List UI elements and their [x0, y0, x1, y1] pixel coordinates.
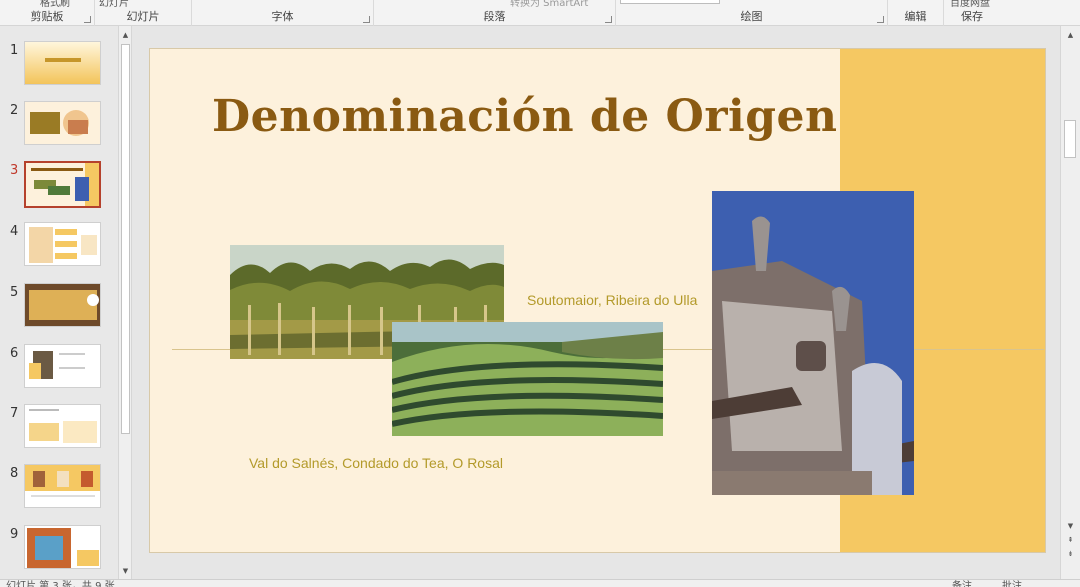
- slide-thumbnail-9[interactable]: 9: [0, 525, 118, 581]
- presentation-app: 格式刷 剪贴板 幻灯片 幻灯片 字体 转换为 SmartArt 段落 绘图 编辑…: [0, 0, 1080, 587]
- ribbon-group-label: 段落: [483, 10, 506, 23]
- slide-title[interactable]: Denominación de Origen: [212, 91, 837, 142]
- comments-button[interactable]: 批注: [1002, 580, 1022, 587]
- slide-editing-canvas[interactable]: Denominación de Origen Soutomaior, Ribei…: [133, 26, 1060, 579]
- slide-number: 6: [10, 346, 19, 361]
- thumbnail-preview: [24, 222, 101, 266]
- thumbnail-preview: [24, 344, 101, 388]
- scroll-up-icon[interactable]: ▲: [120, 29, 131, 40]
- slide-thumbnail-1[interactable]: 1: [0, 41, 118, 97]
- church-tower-photo[interactable]: [712, 191, 914, 495]
- ribbon-group-save: 百度网盘 保存: [944, 0, 1000, 26]
- caption-soutomaior[interactable]: Soutomaior, Ribeira do Ulla: [527, 292, 697, 308]
- thumbnail-preview: [24, 161, 101, 208]
- dialog-launcher-icon[interactable]: [605, 16, 612, 23]
- thumbnail-preview: [24, 41, 101, 85]
- ribbon-group-label: 剪贴板: [30, 10, 64, 23]
- dialog-launcher-icon[interactable]: [877, 16, 884, 23]
- thumbnail-preview: [24, 464, 101, 508]
- slide-thumbnail-4[interactable]: 4: [0, 222, 118, 278]
- thumbnails-scrollbar[interactable]: ▲ ▼: [118, 26, 132, 579]
- rolling-vineyard-photo[interactable]: [392, 322, 663, 436]
- slide-thumbnail-2[interactable]: 2: [0, 101, 118, 157]
- slide-thumbnail-5[interactable]: 5: [0, 283, 118, 339]
- scroll-down-icon[interactable]: ▼: [120, 565, 131, 576]
- current-slide[interactable]: Denominación de Origen Soutomaior, Ribei…: [149, 48, 1046, 553]
- slide-scrollbar[interactable]: ▲ ▼ ⇞ ⇟: [1060, 26, 1080, 579]
- slide-number: 1: [10, 43, 19, 58]
- ribbon-group-slides: 幻灯片 幻灯片: [95, 0, 192, 26]
- slide-thumbnail-8[interactable]: 8: [0, 464, 118, 520]
- thumbnail-preview: [24, 101, 101, 145]
- church-tower-image: [712, 191, 914, 495]
- slide-number: 4: [10, 224, 19, 239]
- slide-counter: 幻灯片 第 3 张，共 9 张: [6, 581, 115, 587]
- dialog-launcher-icon[interactable]: [84, 16, 91, 23]
- ribbon-group-drawing: 绘图: [616, 0, 888, 26]
- next-slide-icon[interactable]: ⇟: [1065, 548, 1076, 559]
- slide-number: 5: [10, 285, 19, 300]
- ribbon-group-label: 保存: [961, 10, 983, 23]
- slide-number: 7: [10, 406, 19, 421]
- previous-slide-icon[interactable]: ⇞: [1065, 534, 1076, 545]
- ribbon-group-font: 字体: [192, 0, 374, 26]
- ribbon-group-label: 字体: [271, 10, 294, 23]
- slide-number: 8: [10, 466, 19, 481]
- slide-number: 2: [10, 103, 19, 118]
- ribbon: 格式刷 剪贴板 幻灯片 幻灯片 字体 转换为 SmartArt 段落 绘图 编辑…: [0, 0, 1080, 26]
- thumbnail-preview: [24, 404, 101, 448]
- thumbnail-preview: [24, 283, 101, 327]
- ribbon-group-label: 绘图: [740, 10, 763, 23]
- thumbnail-preview: [24, 525, 101, 569]
- slide-number: 3: [10, 163, 19, 178]
- ribbon-group-clipboard: 格式刷 剪贴板: [0, 0, 95, 26]
- scroll-thumb[interactable]: [1064, 120, 1076, 158]
- scroll-down-icon[interactable]: ▼: [1065, 520, 1076, 531]
- ribbon-group-editing: 编辑: [888, 0, 944, 26]
- slide-thumbnails-pane: 1 2 3 4 5 6 7 8 9: [0, 26, 118, 579]
- status-bar: 幻灯片 第 3 张，共 9 张 备注 批注: [0, 579, 1080, 587]
- slide-thumbnail-7[interactable]: 7: [0, 404, 118, 460]
- slide-thumbnail-3[interactable]: 3: [0, 161, 118, 217]
- scroll-thumb[interactable]: [121, 44, 130, 434]
- notes-button[interactable]: 备注: [952, 580, 972, 587]
- ribbon-group-label: 编辑: [904, 10, 927, 23]
- shape-gallery[interactable]: [620, 0, 720, 4]
- slide-number: 9: [10, 527, 19, 542]
- slide-thumbnail-6[interactable]: 6: [0, 344, 118, 400]
- dialog-launcher-icon[interactable]: [363, 16, 370, 23]
- scroll-up-icon[interactable]: ▲: [1065, 29, 1076, 40]
- ribbon-group-paragraph: 转换为 SmartArt 段落: [374, 0, 616, 26]
- caption-salnes[interactable]: Val do Salnés, Condado do Tea, O Rosal: [249, 455, 503, 471]
- ribbon-group-label: 幻灯片: [126, 10, 160, 23]
- rolling-vineyard-image: [392, 322, 663, 436]
